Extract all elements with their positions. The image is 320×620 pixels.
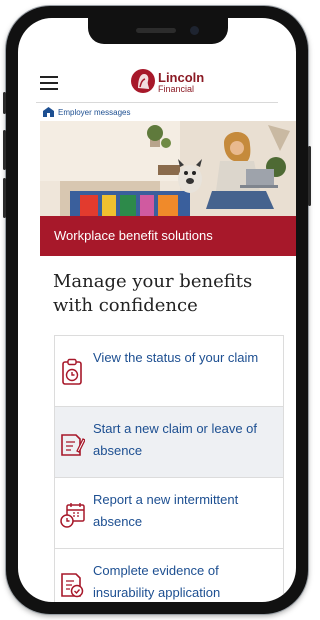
front-camera [190,26,199,35]
document-pen-icon [61,434,85,456]
woman-with-dog-photo [40,121,296,216]
hero-banner: Workplace benefit solutions [40,216,296,256]
power-button [308,146,311,206]
logo-wordmark: Lincoln [158,70,205,85]
volume-down-button [3,178,6,218]
mute-switch [3,92,6,114]
building-icon [43,107,54,117]
site-header: Lincoln Financial [18,62,296,102]
page-heading: Manage your benefits with confidence [53,271,253,316]
benefit-actions-list: View the status of your claim Start a ne… [54,335,284,602]
report-intermittent-absence-label: Report a new intermittent absence [93,492,239,529]
employer-messages-link[interactable]: Employer messages [43,105,130,119]
form-check-icon [61,573,84,598]
view-claim-status-link[interactable]: View the status of your claim [55,336,283,407]
header-divider [36,102,278,103]
employer-messages-label: Employer messages [58,107,131,117]
view-claim-status-label: View the status of your claim [93,350,259,365]
clipboard-clock-icon [62,358,82,385]
hero-image [40,121,296,216]
lincoln-portrait-icon [131,69,155,93]
speaker-grille [136,28,176,33]
complete-eoi-application-link[interactable]: Complete evidence of insurability applic… [55,549,283,602]
calendar-clock-icon [60,503,85,528]
volume-up-button [3,130,6,170]
complete-eoi-application-label: Complete evidence of insurability applic… [93,563,221,600]
phone-frame: Lincoln Financial Employer messages Work… [3,6,311,614]
report-intermittent-absence-link[interactable]: Report a new intermittent absence [55,478,283,549]
phone-screen: Lincoln Financial Employer messages Work… [18,18,296,602]
start-new-claim-label: Start a new claim or leave of absence [93,421,258,458]
logo-subtitle: Financial [158,84,195,94]
phone-notch [88,18,228,44]
hamburger-icon[interactable] [40,76,58,90]
start-new-claim-link[interactable]: Start a new claim or leave of absence [55,407,283,478]
